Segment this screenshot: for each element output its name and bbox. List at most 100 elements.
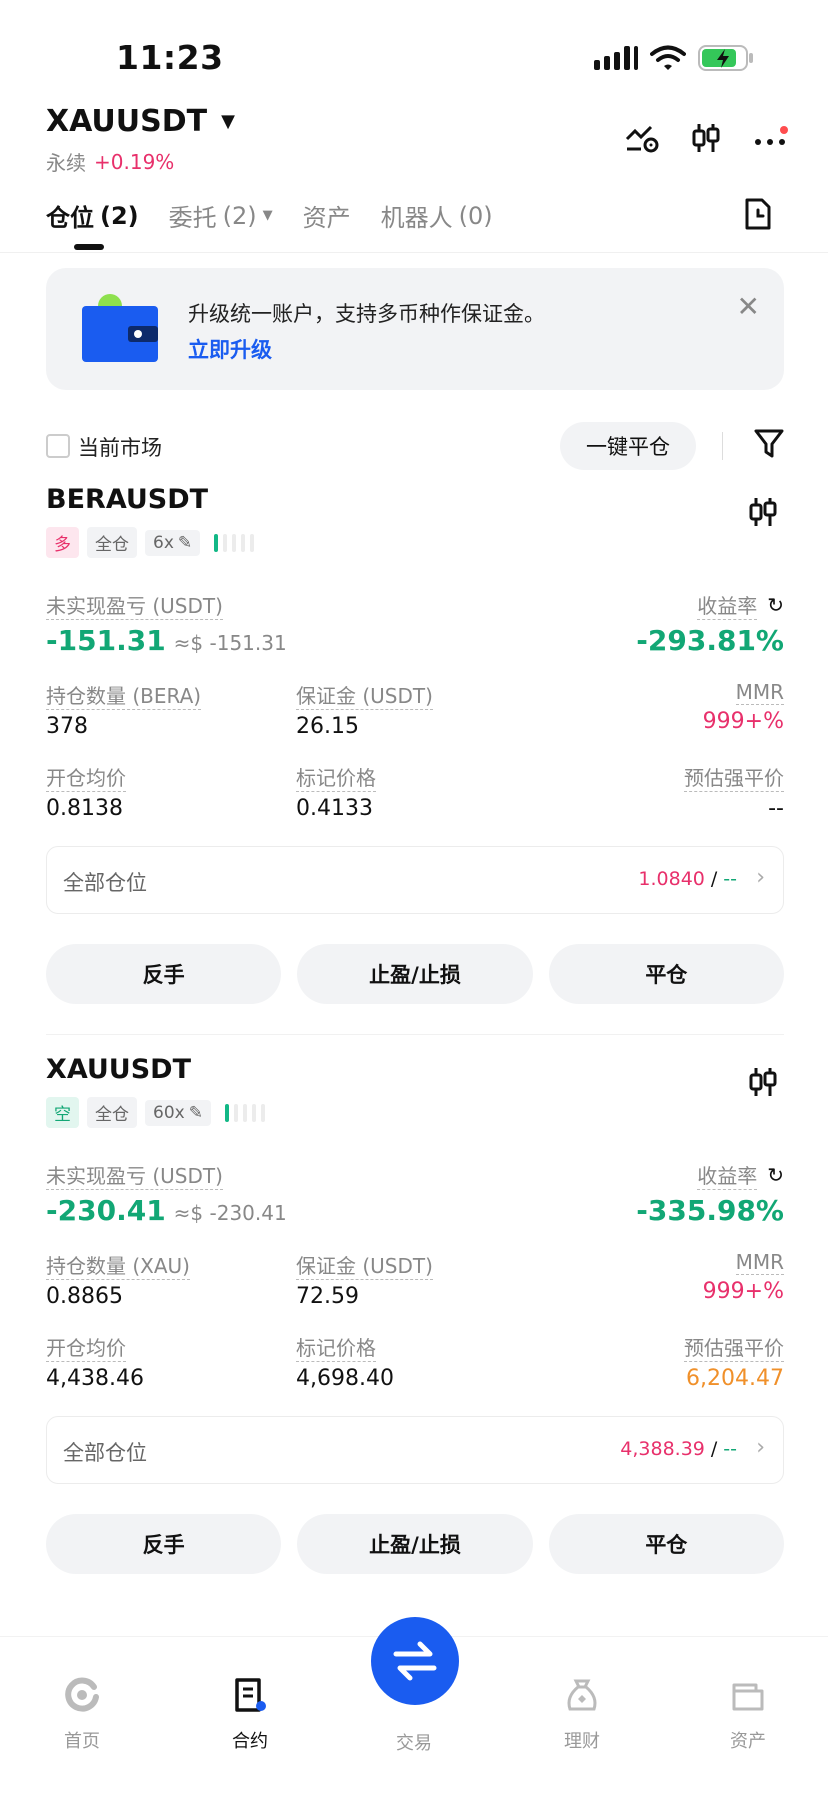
caret-down-icon: ▼ bbox=[262, 208, 273, 223]
nav-assets[interactable]: 资产 bbox=[688, 1677, 808, 1753]
tab-indicator bbox=[74, 244, 104, 250]
trend-alert-icon bbox=[625, 125, 659, 153]
nav-contract[interactable]: 合约 bbox=[190, 1677, 310, 1753]
tab-orders[interactable]: 委托 (2) ▼ bbox=[169, 198, 273, 233]
reverse-button[interactable]: 反手 bbox=[46, 1514, 282, 1574]
mmr-label: MMR bbox=[735, 680, 784, 705]
tp-sl-button[interactable]: 止盈/止损 bbox=[297, 944, 533, 1004]
refresh-icon[interactable]: ↻ bbox=[767, 1163, 784, 1187]
tab-bots[interactable]: 机器人 (0) bbox=[381, 198, 493, 233]
contract-icon bbox=[235, 1678, 266, 1712]
leverage-tag[interactable]: 6x ✎ bbox=[145, 529, 201, 556]
kline-button[interactable] bbox=[688, 120, 724, 156]
tab-count: (0) bbox=[458, 201, 493, 230]
position-actions: 反手 止盈/止损 平仓 bbox=[46, 1514, 784, 1574]
size-value: 378 bbox=[46, 714, 88, 739]
instrument-symbol[interactable]: XAUUSDT bbox=[46, 104, 207, 139]
size-field: 持仓数量 (XAU) 0.8865 bbox=[46, 1250, 190, 1309]
filter-icon bbox=[754, 429, 784, 458]
more-icon bbox=[755, 126, 788, 145]
trade-button[interactable] bbox=[371, 1617, 459, 1705]
all-positions-label: 全部仓位 bbox=[63, 1441, 147, 1465]
reverse-button[interactable]: 反手 bbox=[46, 944, 282, 1004]
tab-label: 委托 bbox=[168, 204, 217, 232]
size-field: 持仓数量 (BERA) 378 bbox=[46, 680, 202, 739]
leverage-tag[interactable]: 60x ✎ bbox=[145, 1099, 211, 1126]
tab-count: (2) bbox=[222, 201, 257, 230]
tp-sl-button[interactable]: 止盈/止损 bbox=[297, 1514, 533, 1574]
position-card: BERAUSDT 多 全仓 6x ✎ bbox=[46, 484, 784, 558]
status-icons bbox=[594, 44, 754, 72]
instrument-header[interactable]: XAUUSDT ▼ 永续 +0.19% bbox=[46, 104, 235, 176]
pnl-block: 未实现盈亏 (USDT) -151.31 ≈$ -151.31 bbox=[46, 590, 287, 657]
pnl-block: 未实现盈亏 (USDT) -230.41 ≈$ -230.41 bbox=[46, 1160, 287, 1227]
upgrade-link[interactable]: 立即升级 bbox=[188, 334, 272, 364]
tab-assets[interactable]: 资产 bbox=[303, 198, 351, 233]
mmr-value: 999+% bbox=[702, 709, 784, 734]
upgrade-banner[interactable]: 升级统一账户，支持多币种作保证金。 立即升级 ✕ bbox=[46, 268, 784, 390]
entry-label: 开仓均价 bbox=[46, 1332, 126, 1362]
nav-home[interactable]: 首页 bbox=[22, 1677, 142, 1753]
tab-label: 机器人 bbox=[380, 204, 453, 232]
wallet-icon bbox=[82, 294, 158, 362]
nav-label: 首页 bbox=[64, 1731, 100, 1752]
mark-field: 标记价格 4,698.40 bbox=[296, 1332, 394, 1391]
filter-button[interactable] bbox=[754, 428, 784, 464]
position-chart-button[interactable] bbox=[748, 496, 778, 532]
close-icon[interactable]: ✕ bbox=[737, 290, 760, 323]
candlestick-icon bbox=[749, 1068, 777, 1096]
margin-field: 保证金 (USDT) 26.15 bbox=[296, 680, 433, 739]
mmr-field: MMR 999+% bbox=[703, 1250, 784, 1304]
filter-row: 当前市场 一键平仓 bbox=[46, 422, 784, 478]
tab-label: 资产 bbox=[302, 204, 351, 232]
bottom-nav: 首页 合约 交易 理财 资产 bbox=[0, 1617, 828, 1800]
battery-icon bbox=[698, 45, 753, 71]
roe-label: 收益率 bbox=[697, 590, 758, 620]
position-symbol[interactable]: BERAUSDT bbox=[46, 484, 784, 515]
close-position-button[interactable]: 平仓 bbox=[548, 1514, 784, 1574]
candlestick-icon bbox=[749, 498, 777, 526]
price-change: +0.19% bbox=[94, 149, 175, 174]
price-alert-button[interactable] bbox=[624, 120, 660, 156]
leverage-value: 6x bbox=[153, 532, 174, 553]
entry-label: 开仓均价 bbox=[46, 762, 126, 792]
tab-positions[interactable]: 仓位 (2) bbox=[46, 198, 139, 233]
margin-field: 保证金 (USDT) 72.59 bbox=[296, 1250, 433, 1309]
close-all-button[interactable]: 一键平仓 bbox=[560, 422, 696, 470]
refresh-icon[interactable]: ↻ bbox=[767, 593, 784, 617]
liq-value: -- bbox=[768, 796, 784, 821]
margin-mode-tag: 全仓 bbox=[87, 527, 137, 558]
all-positions-price: 4,388.39 bbox=[620, 1438, 705, 1460]
side-tag: 多 bbox=[46, 527, 79, 558]
nav-label: 理财 bbox=[564, 1731, 600, 1752]
margin-value: 26.15 bbox=[296, 714, 359, 739]
nav-finance[interactable]: 理财 bbox=[522, 1677, 642, 1753]
history-button[interactable] bbox=[744, 198, 772, 234]
close-position-button[interactable]: 平仓 bbox=[548, 944, 784, 1004]
liq-value: 6,204.47 bbox=[686, 1366, 784, 1391]
all-positions-row[interactable]: 全部仓位 1.0840 / -- › bbox=[46, 846, 784, 914]
adl-indicator bbox=[224, 1103, 265, 1122]
position-chart-button[interactable] bbox=[748, 1066, 778, 1102]
caret-down-icon[interactable]: ▼ bbox=[221, 111, 235, 132]
mmr-field: MMR 999+% bbox=[703, 680, 784, 734]
size-value: 0.8865 bbox=[46, 1284, 123, 1309]
home-icon bbox=[65, 1677, 99, 1712]
mark-value: 0.4133 bbox=[296, 796, 373, 821]
more-button[interactable] bbox=[752, 120, 788, 156]
position-tags: 多 全仓 6x ✎ bbox=[46, 527, 784, 558]
liq-field: 预估强平价 -- bbox=[684, 762, 784, 821]
liq-label: 预估强平价 bbox=[684, 762, 784, 792]
divider bbox=[722, 432, 723, 460]
history-icon bbox=[745, 198, 771, 230]
contract-type: 永续 bbox=[46, 151, 86, 175]
nav-label: 合约 bbox=[232, 1731, 268, 1752]
margin-label: 保证金 (USDT) bbox=[296, 1250, 433, 1280]
leverage-value: 60x bbox=[153, 1102, 185, 1123]
position-symbol[interactable]: XAUUSDT bbox=[46, 1054, 784, 1085]
swap-arrows-icon bbox=[393, 1641, 437, 1681]
nav-trade-label[interactable]: 交易 bbox=[396, 1729, 432, 1755]
current-market-label[interactable]: 当前市场 bbox=[78, 432, 162, 462]
current-market-checkbox[interactable] bbox=[46, 434, 70, 458]
all-positions-row[interactable]: 全部仓位 4,388.39 / -- › bbox=[46, 1416, 784, 1484]
